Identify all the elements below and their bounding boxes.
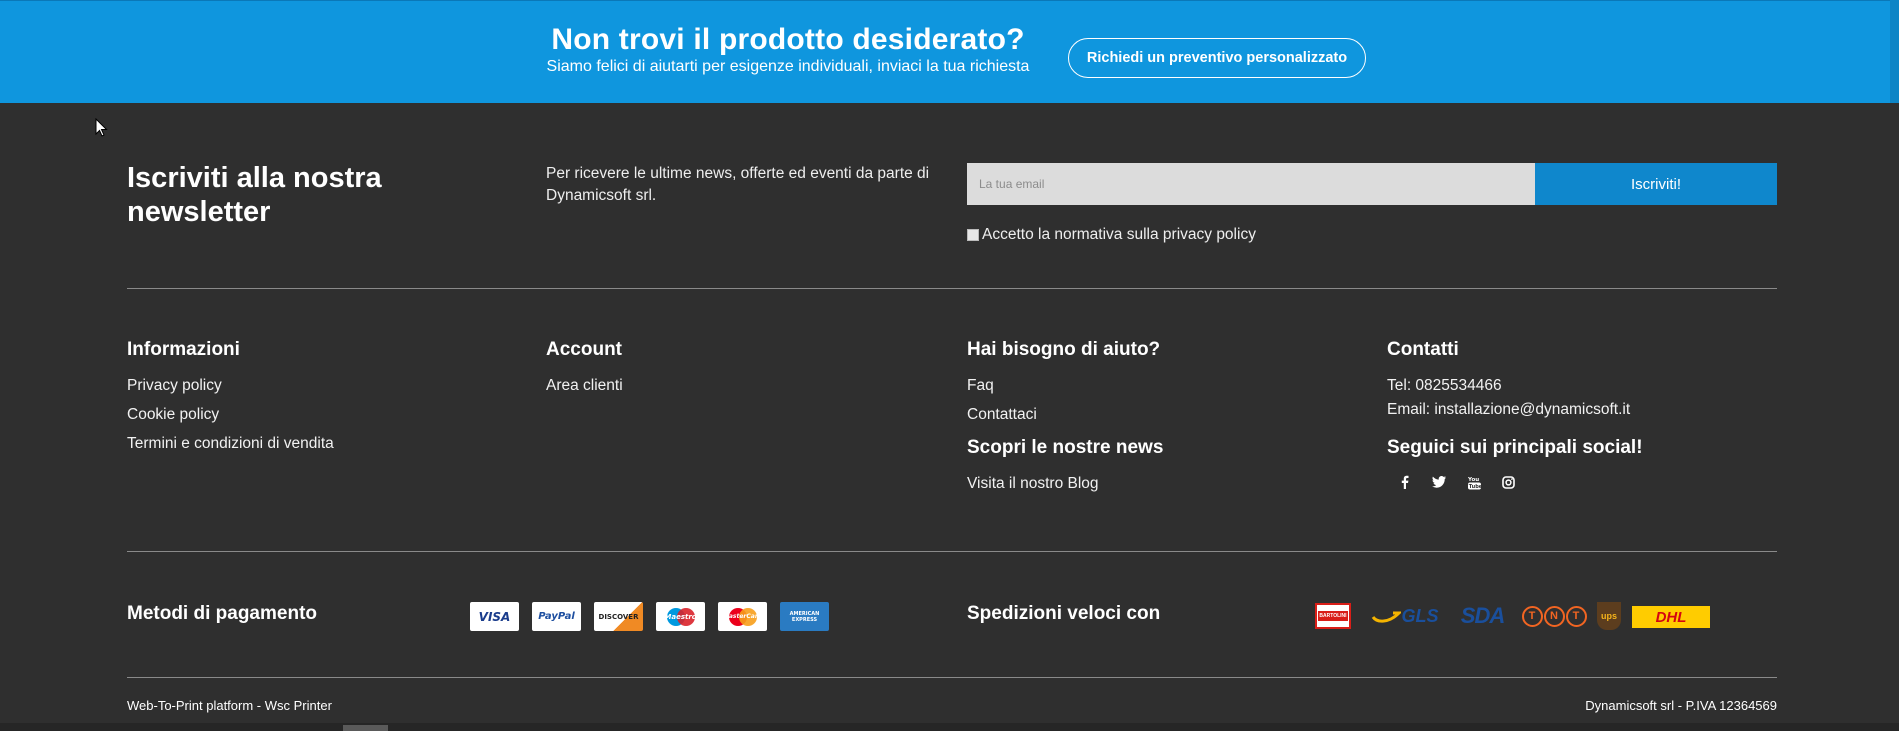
- account-heading: Account: [546, 339, 622, 360]
- mastercard-label: MasterCard: [722, 613, 763, 620]
- contact-tel: Tel: 0825534466: [1387, 377, 1502, 394]
- ups-logo-icon: ups: [1597, 602, 1621, 630]
- youtube-icon[interactable]: You Tube: [1465, 473, 1483, 491]
- tnt-logo-icon: T N T: [1521, 602, 1587, 630]
- horizontal-scrollbar[interactable]: [0, 723, 1899, 731]
- discover-label: DISCOVER: [598, 612, 639, 621]
- ups-label: ups: [1600, 611, 1617, 621]
- divider: [127, 288, 1777, 289]
- discover-card-icon: DISCOVER: [594, 602, 643, 631]
- company-vat: Dynamicsoft srl - P.IVA 12364569: [1585, 698, 1777, 713]
- paypal-card-icon: PayPal: [532, 602, 581, 631]
- contatti-heading: Contatti: [1387, 339, 1459, 360]
- sda-label: SDA: [1460, 603, 1505, 628]
- privacy-label: Accetto la normativa sulla privacy polic…: [982, 226, 1256, 243]
- newsletter-description: Per ricevere le ultime news, offerte ed …: [546, 165, 930, 204]
- newsletter-email-input[interactable]: [967, 163, 1535, 205]
- area-clienti-link[interactable]: Area clienti: [546, 376, 623, 396]
- aiuto-heading: Hai bisogno di aiuto?: [967, 339, 1161, 360]
- social-heading: Seguici sui principali social!: [1387, 437, 1643, 458]
- bartolini-logo-icon: BARTOLINI: [1315, 603, 1351, 629]
- amex-label: AMERICAN EXPRESS: [789, 610, 820, 623]
- svg-text:You: You: [1468, 477, 1479, 483]
- shipping-heading: Spedizioni veloci con: [967, 603, 1161, 624]
- maestro-label: Maestro: [664, 612, 697, 621]
- faq-link[interactable]: Faq: [967, 376, 994, 396]
- dhl-logo-icon: DHL: [1632, 606, 1710, 628]
- privacy-consent[interactable]: Accetto la normativa sulla privacy polic…: [967, 226, 1256, 244]
- gls-label: GLS: [1401, 605, 1439, 626]
- platform-credit: Web-To-Print platform - Wsc Printer: [127, 698, 332, 713]
- news-heading: Scopri le nostre news: [967, 437, 1164, 458]
- facebook-icon[interactable]: [1396, 473, 1414, 491]
- amex-card-icon: AMERICAN EXPRESS: [780, 602, 829, 631]
- blog-link[interactable]: Visita il nostro Blog: [967, 474, 1099, 494]
- privacy-checkbox[interactable]: [967, 229, 979, 241]
- dhl-label: DHL: [1655, 608, 1687, 626]
- mastercard-card-icon: MasterCard: [718, 602, 767, 631]
- cookie-policy-link[interactable]: Cookie policy: [127, 405, 219, 425]
- maestro-card-icon: Maestro: [656, 602, 705, 631]
- visa-card-icon: VISA: [470, 602, 519, 631]
- paypal-label: PayPal: [538, 611, 575, 622]
- banner-text: Non trovi il prodotto desiderato? Siamo …: [532, 23, 1044, 77]
- visa-label: VISA: [478, 609, 511, 624]
- banner-title: Non trovi il prodotto desiderato?: [551, 23, 1025, 56]
- svg-text:Tube: Tube: [1468, 484, 1480, 490]
- divider: [127, 677, 1777, 678]
- page-scrollbar[interactable]: [1890, 0, 1899, 103]
- gls-logo-icon: GLS: [1367, 602, 1443, 630]
- tnt-label: T N T: [1521, 605, 1587, 627]
- bartolini-label: BARTOLINI: [1318, 611, 1348, 621]
- mouse-cursor-icon: [95, 118, 108, 137]
- twitter-icon[interactable]: [1430, 473, 1448, 491]
- informazioni-heading: Informazioni: [127, 339, 240, 360]
- scrollbar-thumb[interactable]: [343, 725, 388, 731]
- privacy-policy-link[interactable]: Privacy policy: [127, 376, 222, 396]
- banner-subtitle: Siamo felici di aiutarti per esigenze in…: [546, 58, 1030, 75]
- contattaci-link[interactable]: Contattaci: [967, 405, 1037, 425]
- contact-email[interactable]: Email: installazione@dynamicsoft.it: [1387, 400, 1630, 420]
- divider: [127, 551, 1777, 552]
- newsletter-title: Iscriviti alla nostra newsletter: [127, 162, 382, 228]
- terms-link[interactable]: Termini e condizioni di vendita: [127, 434, 334, 454]
- payment-heading: Metodi di pagamento: [127, 603, 317, 624]
- request-quote-button[interactable]: Richiedi un preventivo personalizzato: [1068, 38, 1366, 78]
- sda-logo-icon: SDA: [1455, 602, 1510, 630]
- quote-banner: Non trovi il prodotto desiderato? Siamo …: [0, 0, 1899, 103]
- newsletter-submit-button[interactable]: Iscriviti!: [1535, 163, 1777, 205]
- instagram-icon[interactable]: [1499, 473, 1517, 491]
